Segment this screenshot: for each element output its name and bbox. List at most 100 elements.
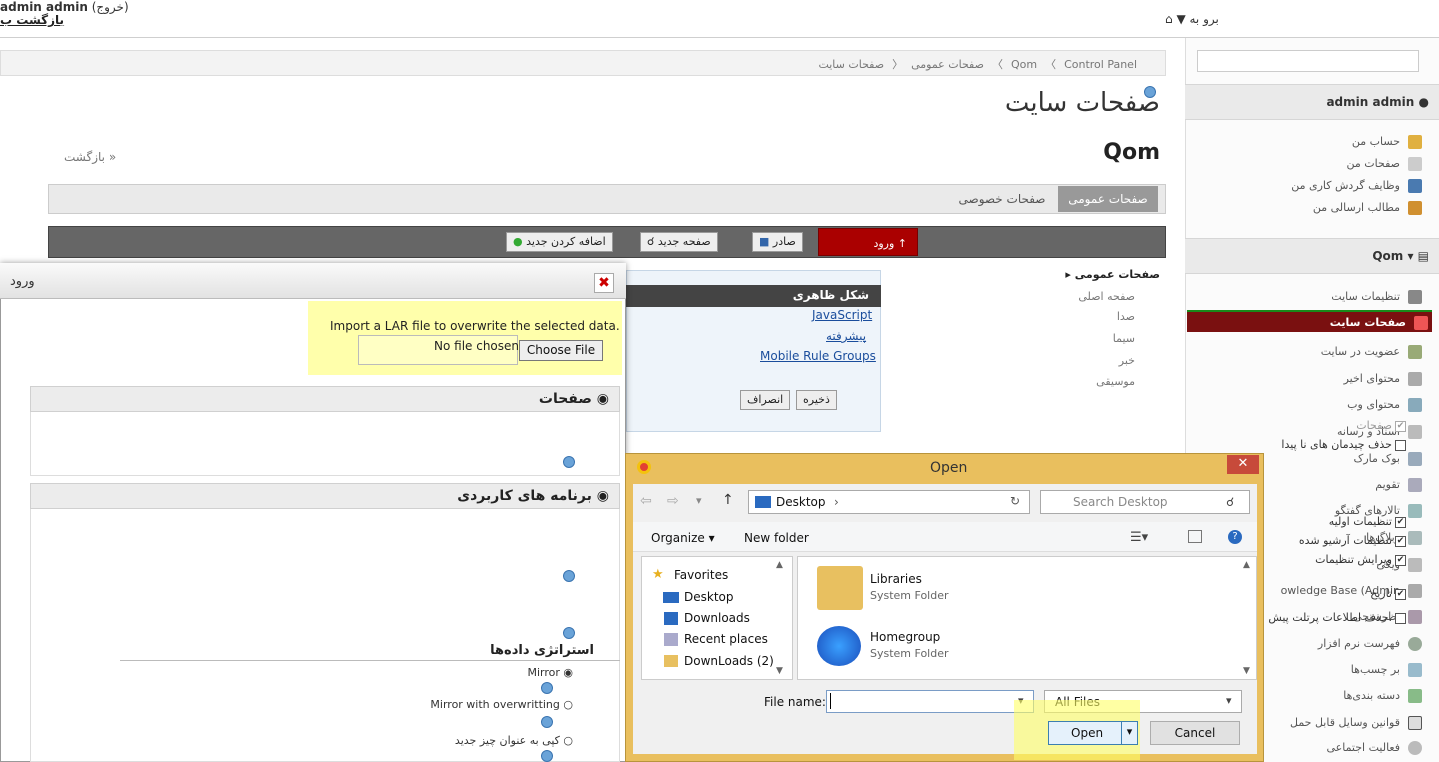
user-menu[interactable]: admin admin (خروج)	[0, 0, 129, 14]
tree-item[interactable]: صفحه اصلی	[975, 290, 1135, 303]
nav-recent-places[interactable]: Recent places	[684, 632, 768, 646]
cancel-button[interactable]: Cancel	[1150, 721, 1240, 745]
file-item-name[interactable]: Homegroup	[870, 630, 940, 644]
cancel-button[interactable]: انصراف	[740, 390, 791, 410]
app-checkbox[interactable]: تاریخ ✔	[1370, 587, 1406, 600]
import-label: ورود	[873, 237, 895, 250]
close-icon[interactable]: ✖	[594, 273, 614, 293]
help-icon[interactable]	[541, 750, 553, 762]
signout-link[interactable]: (خروج)	[92, 0, 129, 14]
app-checkbox[interactable]: ویرایش تنظیمات ✔	[1315, 553, 1406, 566]
tree-item[interactable]: صدا	[975, 310, 1135, 323]
add-icon: ●	[513, 235, 523, 248]
tree-root[interactable]: ▸ صفحات عمومی	[1000, 268, 1160, 281]
dock-item-account[interactable]: حساب من	[1190, 131, 1426, 153]
go-to-menu[interactable]: ⌂ ▼ برو به	[1165, 12, 1219, 26]
up-icon[interactable]: ↑	[722, 492, 734, 508]
checkbox[interactable]: ✔	[1395, 554, 1406, 566]
add-new-button[interactable]: ● اضافه کردن جدید	[506, 232, 613, 252]
help-icon[interactable]	[563, 627, 575, 639]
dock-site-header[interactable]: Qom ▾ ▤	[1185, 238, 1439, 274]
file-name-input[interactable]	[826, 690, 1034, 713]
tree-item[interactable]: موسیقی	[975, 375, 1135, 388]
checkbox[interactable]: ✔	[1395, 535, 1406, 547]
app-checkbox[interactable]: تنظیمات آرشیو شده ✔	[1299, 534, 1406, 547]
scroll-up-icon[interactable]: ▲	[1243, 560, 1250, 570]
dock-site-item[interactable]: محتوای اخیر	[1190, 368, 1426, 390]
mirror-radio[interactable]: Mirror ◉	[527, 666, 573, 679]
breadcrumb-item[interactable]: Control Panel	[1064, 58, 1137, 71]
radio[interactable]: ○	[563, 698, 573, 711]
back-icon[interactable]: ⇦	[640, 493, 652, 509]
search-input[interactable]: Search Desktop	[1040, 490, 1250, 514]
dock-user-header[interactable]: admin admin ●	[1185, 84, 1439, 120]
save-button[interactable]: ذخیره	[796, 390, 837, 410]
preview-pane-icon[interactable]	[1188, 530, 1202, 543]
dock-item-label: محتوای اخیر	[1343, 372, 1400, 385]
new-folder-button[interactable]: New folder	[744, 531, 809, 545]
import-button[interactable]: ورود ↑	[818, 228, 918, 256]
open-button[interactable]: Open ▾	[1048, 721, 1138, 745]
scroll-down-icon[interactable]: ▼	[1243, 666, 1250, 676]
tree-item[interactable]: خبر	[975, 354, 1135, 367]
help-icon[interactable]	[563, 570, 575, 582]
tree-item[interactable]: سیما	[975, 332, 1135, 345]
checkbox[interactable]: ✔	[1395, 588, 1406, 600]
checkbox[interactable]: ✔	[1395, 420, 1406, 432]
nav-desktop[interactable]: Desktop	[684, 590, 734, 604]
dock-site-item[interactable]: عضویت در سایت	[1190, 341, 1426, 363]
choose-file-button[interactable]: Choose File	[519, 340, 603, 361]
dock-item-workflow[interactable]: وظایف گردش کاری من	[1190, 175, 1426, 197]
dock-site-item[interactable]: محتوای وب	[1190, 394, 1426, 416]
nav-downloads[interactable]: Downloads	[684, 611, 750, 625]
nav-downloads-2[interactable]: DownLoads (2)	[684, 654, 774, 668]
scroll-up-icon[interactable]: ▲	[776, 560, 783, 570]
dock-item-submissions[interactable]: مطالب ارسالی من	[1190, 197, 1426, 219]
breadcrumb-item[interactable]: صفحات سایت	[818, 58, 884, 71]
view-icon[interactable]: ☰▾	[1130, 530, 1148, 545]
chevron-down-icon[interactable]: ▾	[696, 494, 702, 507]
advanced-link[interactable]: پیشرفته	[826, 329, 866, 343]
dock-search-input[interactable]	[1197, 50, 1419, 72]
tab-public-pages[interactable]: صفحات عمومی	[1058, 186, 1158, 212]
close-icon[interactable]: ✕	[1227, 455, 1259, 474]
apps-section-header[interactable]: برنامه های کاربردی ◉	[30, 483, 620, 509]
javascript-link[interactable]: JavaScript	[812, 308, 872, 322]
pages-section-header[interactable]: صفحات ◉	[30, 386, 620, 412]
refresh-icon[interactable]: ↻	[1010, 494, 1020, 508]
tab-private-pages[interactable]: صفحات خصوصی	[952, 186, 1052, 212]
user-name[interactable]: admin admin	[0, 0, 88, 14]
breadcrumb-item[interactable]: صفحات عمومی	[911, 58, 984, 71]
radio[interactable]: ◉	[563, 666, 573, 679]
copy-as-new-radio[interactable]: کپی به عنوان چیز جدید ○	[455, 734, 573, 747]
export-button[interactable]: ■ صادر	[752, 232, 803, 252]
back-link[interactable]: بازگشت »	[64, 150, 116, 164]
checkbox[interactable]: ✔	[1395, 516, 1406, 528]
file-item-name[interactable]: Libraries	[870, 572, 922, 586]
dock-item-my-pages[interactable]: صفحات من	[1190, 153, 1426, 175]
help-icon[interactable]: ?	[1228, 530, 1242, 544]
new-page-button[interactable]: ☌ صفحه جدید	[640, 232, 718, 252]
breadcrumb-item[interactable]: Qom	[1011, 58, 1037, 71]
organize-button[interactable]: Organize ▾	[651, 531, 715, 545]
mobile-rule-groups-link[interactable]: Mobile Rule Groups	[760, 349, 876, 363]
pages-checkbox[interactable]: صفحات ✔	[1356, 419, 1406, 432]
forward-icon[interactable]: ⇨	[667, 493, 679, 509]
help-icon[interactable]	[541, 682, 553, 694]
chevron-down-icon[interactable]: ▾	[1121, 722, 1137, 744]
scroll-down-icon[interactable]: ▼	[776, 666, 783, 676]
help-icon[interactable]	[1144, 86, 1156, 98]
checkbox[interactable]	[1395, 612, 1406, 624]
dock-site-item-active[interactable]: صفحات سایت	[1187, 310, 1432, 332]
help-icon[interactable]	[541, 716, 553, 728]
help-icon[interactable]	[563, 456, 575, 468]
checkbox[interactable]	[1395, 439, 1406, 451]
dock-site-item[interactable]: قوانین وسایل قابل حمل	[1265, 712, 1426, 734]
mirror-overwrite-radio[interactable]: Mirror with overwritting ○	[430, 698, 573, 711]
back-to-site-link[interactable]: بازگشت ب	[0, 13, 64, 27]
delete-missing-checkbox[interactable]: حذف چیدمان های نا پیدا	[1281, 438, 1406, 451]
radio[interactable]: ○	[563, 734, 573, 747]
app-checkbox[interactable]: تنظیمات اولیه ✔	[1329, 515, 1406, 528]
nav-favorites[interactable]: Favorites	[674, 568, 728, 582]
dock-site-item[interactable]: تنظیمات سایت	[1190, 286, 1426, 308]
